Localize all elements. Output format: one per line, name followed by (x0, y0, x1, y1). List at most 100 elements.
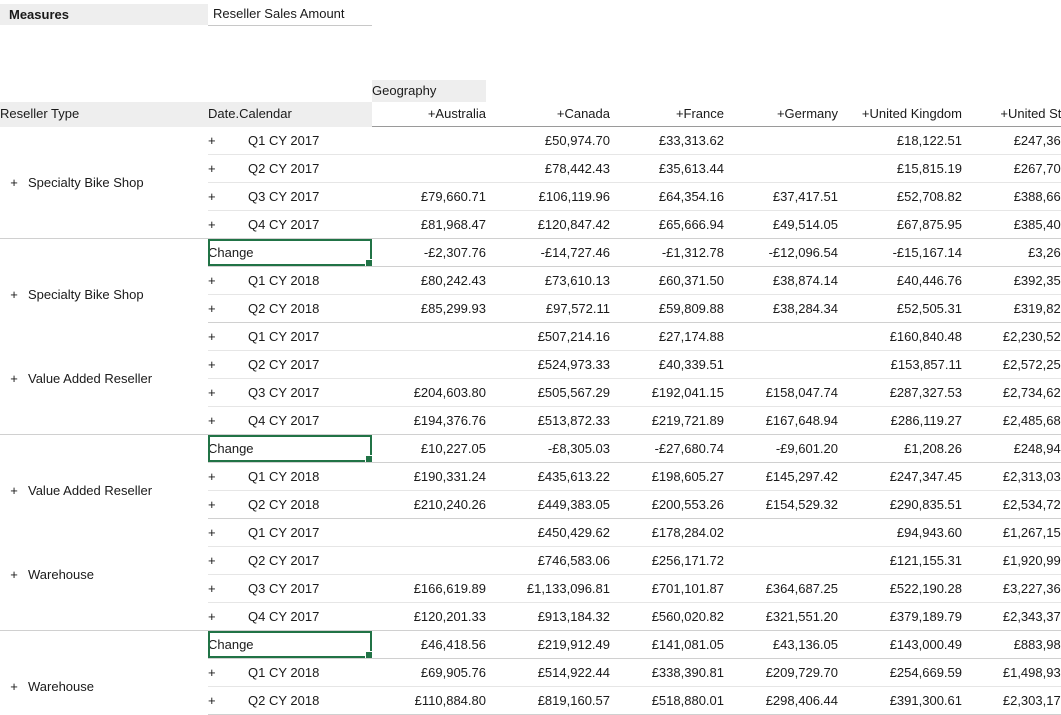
expand-period-toggle[interactable]: + (208, 491, 248, 519)
value-cell[interactable]: £450,429.62 (486, 519, 610, 547)
value-cell[interactable]: £248,941.22 (962, 435, 1061, 463)
period-label[interactable]: Q1 CY 2018 (248, 463, 372, 491)
period-label[interactable]: Q2 CY 2017 (248, 155, 372, 183)
value-cell[interactable]: £298,406.44 (724, 687, 838, 715)
period-label[interactable]: Q4 CY 2017 (248, 211, 372, 239)
value-cell[interactable]: £27,174.88 (610, 323, 724, 351)
value-cell[interactable]: £35,613.44 (610, 155, 724, 183)
value-cell[interactable]: £392,355.95 (962, 267, 1061, 295)
value-cell[interactable]: £120,201.33 (372, 603, 486, 631)
expand-period-toggle[interactable]: + (208, 687, 248, 715)
expand-period-toggle[interactable]: + (208, 127, 248, 155)
expand-period-toggle[interactable]: + (208, 519, 248, 547)
period-label[interactable]: Q2 CY 2017 (248, 547, 372, 575)
value-cell[interactable]: £364,687.25 (724, 575, 838, 603)
expand-group-toggle[interactable]: + (0, 127, 28, 239)
selected-cell[interactable]: Change (208, 239, 372, 267)
column-header-canada[interactable]: +Canada (486, 102, 610, 127)
value-cell[interactable]: £120,847.42 (486, 211, 610, 239)
value-cell[interactable]: £819,160.57 (486, 687, 610, 715)
value-cell[interactable]: £204,603.80 (372, 379, 486, 407)
period-label[interactable]: Q3 CY 2017 (248, 575, 372, 603)
value-cell[interactable]: -£27,680.74 (610, 435, 724, 463)
expand-group-toggle[interactable]: + (0, 323, 28, 435)
value-cell[interactable]: £18,122.51 (838, 127, 962, 155)
value-cell[interactable]: £435,613.22 (486, 463, 610, 491)
value-cell[interactable]: £1,498,937.37 (962, 659, 1061, 687)
value-cell[interactable] (724, 351, 838, 379)
value-cell[interactable]: £65,666.94 (610, 211, 724, 239)
geography-field-label[interactable]: Geography (372, 80, 486, 102)
value-cell[interactable]: £3,227,361.69 (962, 575, 1061, 603)
group-label[interactable]: Warehouse (28, 659, 208, 715)
value-cell[interactable]: £2,572,253.18 (962, 351, 1061, 379)
value-cell[interactable]: -£12,096.54 (724, 239, 838, 267)
group-label[interactable]: Specialty Bike Shop (28, 267, 208, 323)
value-cell[interactable] (372, 519, 486, 547)
expand-period-toggle[interactable]: + (208, 295, 248, 323)
value-cell[interactable]: £67,875.95 (838, 211, 962, 239)
group-label[interactable]: Value Added Reseller (28, 323, 208, 435)
value-cell[interactable]: £50,974.70 (486, 127, 610, 155)
value-cell[interactable]: £210,240.26 (372, 491, 486, 519)
value-cell[interactable] (724, 519, 838, 547)
value-cell[interactable]: £219,721.89 (610, 407, 724, 435)
period-label[interactable]: Q1 CY 2017 (248, 519, 372, 547)
value-cell[interactable]: £522,190.28 (838, 575, 962, 603)
measures-value[interactable]: Reseller Sales Amount (208, 4, 372, 26)
value-cell[interactable]: £40,446.76 (838, 267, 962, 295)
value-cell[interactable] (372, 155, 486, 183)
expand-period-toggle[interactable]: + (208, 211, 248, 239)
value-cell[interactable]: £701,101.87 (610, 575, 724, 603)
value-cell[interactable]: £2,485,682.45 (962, 407, 1061, 435)
value-cell[interactable]: £166,619.89 (372, 575, 486, 603)
value-cell[interactable]: £2,303,179.71 (962, 687, 1061, 715)
value-cell[interactable]: £121,155.31 (838, 547, 962, 575)
value-cell[interactable]: £81,968.47 (372, 211, 486, 239)
value-cell[interactable]: £198,605.27 (610, 463, 724, 491)
value-cell[interactable]: £290,835.51 (838, 491, 962, 519)
row-field-reseller-type[interactable]: Reseller Type (0, 102, 208, 127)
value-cell[interactable]: £391,300.61 (838, 687, 962, 715)
value-cell[interactable]: £141,081.05 (610, 631, 724, 659)
value-cell[interactable]: -£9,601.20 (724, 435, 838, 463)
value-cell[interactable]: £38,874.14 (724, 267, 838, 295)
period-label[interactable]: Q2 CY 2018 (248, 687, 372, 715)
value-cell[interactable]: £69,905.76 (372, 659, 486, 687)
value-cell[interactable]: £85,299.93 (372, 295, 486, 323)
value-cell[interactable]: £2,734,623.67 (962, 379, 1061, 407)
value-cell[interactable]: £37,417.51 (724, 183, 838, 211)
value-cell[interactable]: £2,343,378.83 (962, 603, 1061, 631)
expand-period-toggle[interactable]: + (208, 575, 248, 603)
value-cell[interactable]: £518,880.01 (610, 687, 724, 715)
value-cell[interactable]: -£15,167.14 (838, 239, 962, 267)
period-label[interactable]: Q2 CY 2017 (248, 351, 372, 379)
value-cell[interactable]: £319,824.02 (962, 295, 1061, 323)
value-cell[interactable]: £59,809.88 (610, 295, 724, 323)
value-cell[interactable]: £110,884.80 (372, 687, 486, 715)
value-cell[interactable]: £46,418.56 (372, 631, 486, 659)
value-cell[interactable]: £52,505.31 (838, 295, 962, 323)
value-cell[interactable]: £1,208.26 (838, 435, 962, 463)
period-label[interactable]: Q2 CY 2018 (248, 491, 372, 519)
value-cell[interactable]: £200,553.26 (610, 491, 724, 519)
value-cell[interactable]: £247,347.45 (838, 463, 962, 491)
fill-handle[interactable] (365, 651, 372, 659)
value-cell[interactable] (372, 351, 486, 379)
value-cell[interactable] (372, 547, 486, 575)
value-cell[interactable]: £321,551.20 (724, 603, 838, 631)
value-cell[interactable]: £154,529.32 (724, 491, 838, 519)
value-cell[interactable]: £254,669.59 (838, 659, 962, 687)
expand-period-toggle[interactable]: + (208, 407, 248, 435)
value-cell[interactable]: £449,383.05 (486, 491, 610, 519)
expand-period-toggle[interactable]: + (208, 323, 248, 351)
value-cell[interactable]: £15,815.19 (838, 155, 962, 183)
value-cell[interactable]: £219,912.49 (486, 631, 610, 659)
value-cell[interactable]: £64,354.16 (610, 183, 724, 211)
value-cell[interactable]: £514,922.44 (486, 659, 610, 687)
group-label[interactable]: Specialty Bike Shop (28, 127, 208, 239)
period-label[interactable]: Q4 CY 2017 (248, 407, 372, 435)
value-cell[interactable]: £3,260.69 (962, 239, 1061, 267)
value-cell[interactable]: £33,313.62 (610, 127, 724, 155)
value-cell[interactable]: £913,184.32 (486, 603, 610, 631)
